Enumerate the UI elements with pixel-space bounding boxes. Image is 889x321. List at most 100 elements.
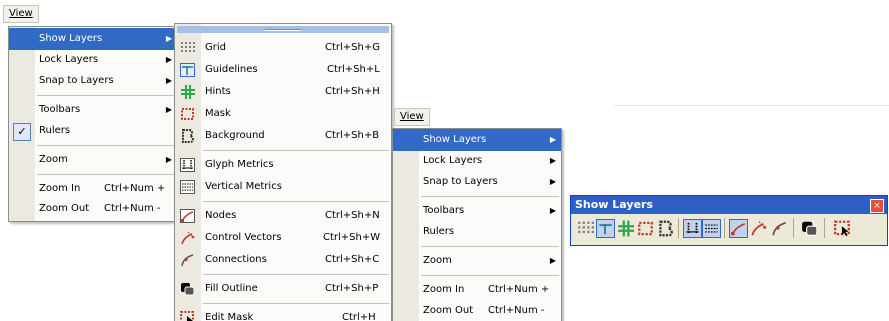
menu-separator <box>37 174 175 175</box>
submenu-item-label: Fill Outline <box>205 283 258 294</box>
hints-icon[interactable] <box>617 220 634 237</box>
submenu-item-mask[interactable]: Mask <box>175 103 391 125</box>
connections-icon[interactable] <box>771 220 788 237</box>
menu-item-zoom-in[interactable]: Zoom In Ctrl+Num + <box>393 279 561 301</box>
menu-item-label: Zoom <box>423 255 452 266</box>
submenu-item-shortcut: Ctrl+Sh+W <box>323 232 381 243</box>
submenu-item-fill-outline[interactable]: Fill Outline Ctrl+Sh+P <box>175 278 391 300</box>
submenu-item-label: Nodes <box>205 210 237 221</box>
submenu-arrow-icon: ▶ <box>549 135 556 144</box>
menu-item-label: Lock Layers <box>423 155 483 166</box>
fill-outline-icon[interactable] <box>801 220 818 237</box>
menu-separator <box>203 303 389 304</box>
menu-item-zoom-out[interactable]: Zoom Out Ctrl+Num - <box>9 198 177 220</box>
submenu-item-control-vectors[interactable]: Control Vectors Ctrl+Sh+W <box>175 227 391 249</box>
menu-item-shortcut: Ctrl+Num - <box>488 305 545 316</box>
submenu-item-shortcut: Ctrl+Sh+H <box>325 86 380 97</box>
tear-off-grip[interactable] <box>177 26 389 33</box>
hints-icon <box>181 85 195 99</box>
menu-separator <box>37 95 175 96</box>
menu-item-zoom[interactable]: Zoom ▶ <box>9 149 177 171</box>
menu-item-label: Zoom <box>39 154 68 165</box>
control-vectors-icon[interactable] <box>750 220 767 237</box>
edit-mask-icon[interactable] <box>834 220 851 237</box>
submenu-item-grid[interactable]: Grid Ctrl+Sh+G <box>175 37 391 59</box>
submenu-item-label: Glyph Metrics <box>205 159 274 170</box>
view-menu-button-2[interactable]: View <box>394 108 430 126</box>
menu-separator <box>203 150 389 151</box>
menu-item-shortcut: Ctrl+Num + <box>488 284 550 295</box>
menu-item-rulers[interactable]: ✓ Rulers <box>9 120 177 142</box>
mask-icon[interactable] <box>637 220 654 237</box>
submenu-item-connections[interactable]: Connections Ctrl+Sh+C <box>175 249 391 271</box>
menu-item-zoom-in[interactable]: Zoom In Ctrl+Num + <box>9 178 177 200</box>
view-menu: Show Layers ▶ Lock Layers ▶ Snap to Laye… <box>8 26 178 222</box>
submenu-item-label: Edit Mask <box>205 312 254 321</box>
toolbar-title[interactable]: Show Layers <box>571 196 887 214</box>
mask-icon <box>181 108 194 120</box>
submenu-arrow-icon: ▶ <box>549 177 556 186</box>
menu-item-zoom-out[interactable]: Zoom Out Ctrl+Num - <box>393 300 561 321</box>
grid-icon <box>181 42 195 52</box>
menu-item-rulers[interactable]: Rulers <box>393 221 561 243</box>
show-layers-toolbar: Show Layers × <box>570 195 888 246</box>
menu-item-label: Rulers <box>423 226 455 237</box>
view-menu-2: Show Layers ▶ Lock Layers ▶ Snap to Laye… <box>392 128 562 321</box>
menu-item-label: Zoom Out <box>39 203 90 214</box>
menu-item-shortcut: Ctrl+Num + <box>104 183 166 194</box>
menu-item-show-layers[interactable]: Show Layers ▶ <box>393 129 561 151</box>
submenu-item-vertical-metrics[interactable]: Vertical Metrics <box>175 176 391 198</box>
checkmark-icon: ✓ <box>13 123 31 141</box>
menu-item-label: Zoom Out <box>423 305 474 316</box>
menu-item-toolbars[interactable]: Toolbars ▶ <box>393 200 561 222</box>
grid-icon[interactable] <box>577 220 594 237</box>
menu-item-label: Show Layers <box>423 134 487 145</box>
menu-separator <box>203 201 389 202</box>
toolbar-separator <box>724 218 725 238</box>
glyph-metrics-icon[interactable] <box>683 219 702 238</box>
menu-item-label: Toolbars <box>423 205 465 216</box>
menu-item-toolbars[interactable]: Toolbars ▶ <box>9 99 177 121</box>
menu-separator <box>421 246 559 247</box>
show-layers-submenu: Grid Ctrl+Sh+G Guidelines Ctrl+Sh+L Hint… <box>174 23 392 321</box>
nodes-icon <box>180 209 195 223</box>
submenu-item-edit-mask[interactable]: Edit Mask Ctrl+H <box>175 307 391 321</box>
menu-item-label: Snap to Layers <box>423 176 498 187</box>
submenu-item-nodes[interactable]: Nodes Ctrl+Sh+N <box>175 205 391 227</box>
submenu-arrow-icon: ▶ <box>165 155 172 164</box>
submenu-item-shortcut: Ctrl+Sh+B <box>325 130 380 141</box>
submenu-arrow-icon: ▶ <box>549 206 556 215</box>
submenu-arrow-icon: ▶ <box>165 105 172 114</box>
menu-separator <box>203 274 389 275</box>
submenu-item-shortcut: Ctrl+Sh+L <box>327 64 380 75</box>
menu-item-snap-to-layers[interactable]: Snap to Layers ▶ <box>9 70 177 92</box>
nodes-icon[interactable] <box>729 219 748 238</box>
view-menu-label: View <box>400 111 424 122</box>
submenu-item-guidelines[interactable]: Guidelines Ctrl+Sh+L <box>175 59 391 81</box>
submenu-item-glyph-metrics[interactable]: Glyph Metrics <box>175 154 391 176</box>
fill-outline-icon <box>181 283 195 296</box>
connections-icon <box>181 254 194 267</box>
background-icon[interactable] <box>657 220 674 237</box>
menu-item-show-layers[interactable]: Show Layers ▶ <box>9 28 177 50</box>
submenu-item-hints[interactable]: Hints Ctrl+Sh+H <box>175 81 391 103</box>
menu-item-lock-layers[interactable]: Lock Layers ▶ <box>9 49 177 71</box>
close-icon[interactable]: × <box>870 199 884 213</box>
view-menu-button[interactable]: View <box>3 5 39 23</box>
menu-separator <box>37 145 175 146</box>
menu-item-zoom[interactable]: Zoom ▶ <box>393 250 561 272</box>
divider-line <box>614 105 889 106</box>
view-menu-label: View <box>9 8 33 19</box>
menu-item-snap-to-layers[interactable]: Snap to Layers ▶ <box>393 171 561 193</box>
menu-item-lock-layers[interactable]: Lock Layers ▶ <box>393 150 561 172</box>
submenu-arrow-icon: ▶ <box>165 34 172 43</box>
menu-item-label: Snap to Layers <box>39 75 114 86</box>
glyph-metrics-icon <box>180 158 195 172</box>
menu-item-label: Zoom In <box>39 183 81 194</box>
submenu-item-background[interactable]: Background Ctrl+Sh+B <box>175 125 391 147</box>
vertical-metrics-icon[interactable] <box>702 219 721 238</box>
toolbar-title-text: Show Layers <box>575 198 653 211</box>
vertical-metrics-icon <box>180 180 195 194</box>
guidelines-icon[interactable] <box>596 219 615 238</box>
control-vectors-icon <box>181 231 195 245</box>
